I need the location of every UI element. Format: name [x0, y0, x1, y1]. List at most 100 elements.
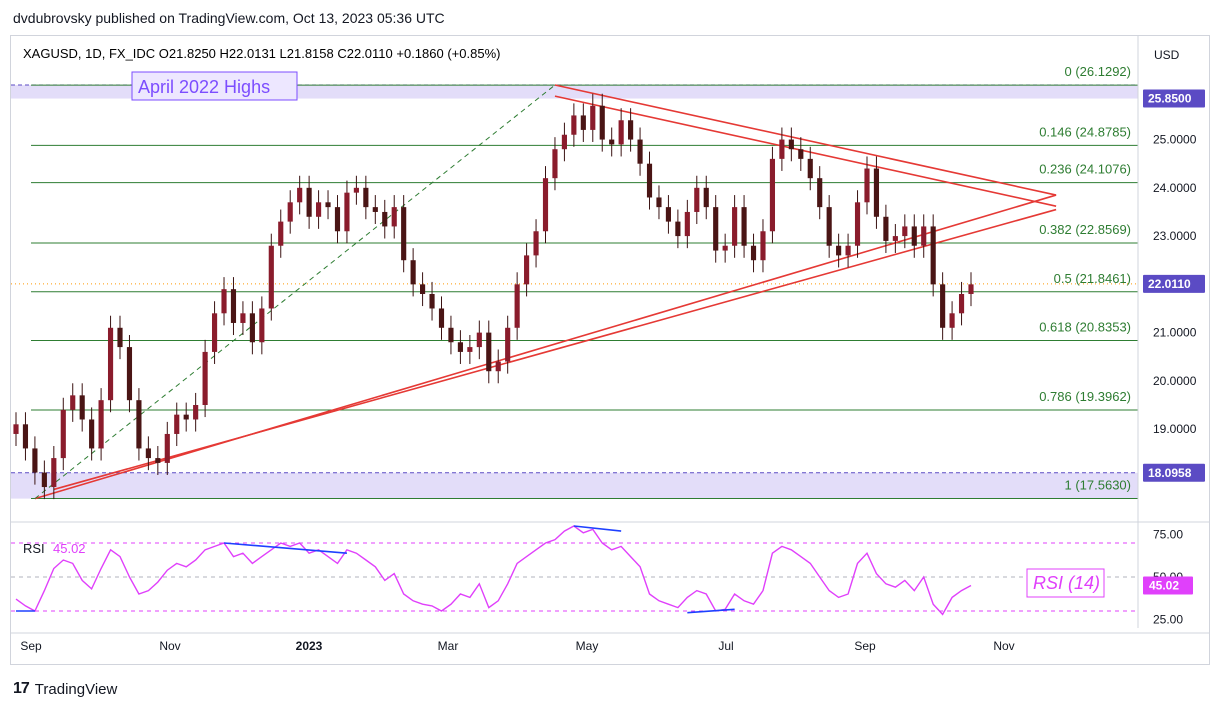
candle[interactable] [769, 158, 776, 232]
candle[interactable] [542, 178, 549, 232]
candle[interactable] [533, 231, 539, 256]
candle[interactable] [391, 207, 397, 227]
candle[interactable] [353, 187, 359, 193]
currency-label[interactable]: USD [1154, 48, 1180, 62]
candle[interactable] [599, 105, 605, 140]
chart-canvas[interactable]: 0 (26.1292) 0.146 (24.8785) 0.236 (24.1076… [11, 36, 1209, 664]
chart-frame[interactable]: 0 (26.1292) 0.146 (24.8785) 0.236 (24.1076… [10, 35, 1210, 665]
candle[interactable] [732, 207, 738, 246]
candle[interactable] [486, 332, 492, 372]
candle[interactable] [826, 207, 832, 246]
candle[interactable] [89, 419, 95, 449]
candle[interactable] [703, 187, 709, 208]
candle[interactable] [646, 163, 653, 198]
candle[interactable] [940, 284, 946, 328]
candle[interactable] [845, 245, 851, 256]
candle[interactable] [325, 202, 331, 208]
candle[interactable] [438, 308, 445, 328]
candle[interactable] [193, 405, 199, 420]
candle[interactable] [514, 284, 520, 328]
candle[interactable] [476, 332, 482, 348]
candle[interactable] [51, 458, 57, 488]
candle[interactable] [22, 424, 29, 449]
candle[interactable] [79, 395, 85, 420]
candle[interactable] [911, 226, 917, 246]
candle[interactable] [921, 226, 927, 246]
candle[interactable] [883, 216, 889, 241]
candle[interactable] [552, 149, 558, 179]
candle[interactable] [750, 245, 757, 261]
candle[interactable] [495, 361, 501, 372]
candle[interactable] [70, 395, 76, 410]
candle[interactable] [675, 221, 681, 237]
candle[interactable] [249, 313, 255, 343]
candle[interactable] [32, 448, 38, 473]
candle[interactable] [637, 139, 643, 164]
candle[interactable] [382, 211, 388, 227]
candle[interactable] [949, 313, 955, 328]
candle[interactable] [779, 139, 785, 159]
candle[interactable] [211, 313, 218, 352]
candle[interactable] [60, 409, 66, 459]
candle[interactable] [117, 327, 123, 348]
candle[interactable] [164, 433, 170, 463]
candle[interactable] [760, 231, 766, 261]
candle[interactable] [315, 202, 322, 217]
candle[interactable] [287, 202, 293, 222]
candle[interactable] [107, 327, 114, 401]
candle[interactable] [372, 207, 378, 212]
candle[interactable] [306, 187, 312, 217]
candle[interactable] [448, 327, 454, 343]
candle[interactable] [145, 448, 151, 459]
candle[interactable] [334, 207, 341, 232]
candle[interactable] [580, 115, 586, 130]
candle[interactable] [174, 414, 180, 434]
candle[interactable] [713, 207, 719, 251]
candle[interactable] [98, 400, 104, 449]
candle[interactable] [230, 289, 237, 323]
candle[interactable] [864, 168, 870, 203]
candle[interactable] [297, 187, 303, 203]
candle[interactable] [958, 294, 965, 314]
candle[interactable] [694, 187, 700, 212]
candle[interactable] [628, 120, 634, 140]
candle[interactable] [836, 245, 842, 256]
candle[interactable] [278, 221, 284, 246]
candle[interactable] [854, 202, 861, 246]
candle[interactable] [665, 207, 672, 222]
candle[interactable] [656, 197, 662, 208]
candle[interactable] [873, 168, 880, 217]
candle[interactable] [807, 158, 813, 179]
candle[interactable] [561, 134, 567, 150]
candle[interactable] [363, 187, 369, 208]
candle[interactable] [590, 105, 596, 130]
candle[interactable] [401, 207, 407, 261]
candle[interactable] [410, 260, 416, 285]
candle[interactable] [798, 149, 804, 159]
candle[interactable] [609, 139, 615, 145]
candle[interactable] [457, 342, 463, 352]
candle[interactable] [722, 245, 728, 251]
candle[interactable] [126, 347, 133, 401]
candle[interactable] [183, 414, 189, 420]
candle[interactable] [788, 139, 794, 150]
candle[interactable] [930, 226, 936, 285]
candle[interactable] [268, 245, 274, 309]
candle[interactable] [136, 400, 142, 449]
trendline-1[interactable] [53, 208, 1057, 491]
candle[interactable] [41, 472, 47, 488]
candle[interactable] [524, 255, 530, 285]
candle[interactable] [741, 207, 747, 246]
candle[interactable] [618, 120, 624, 145]
candle[interactable] [968, 284, 974, 294]
candle[interactable] [259, 308, 265, 343]
candle[interactable] [505, 327, 511, 362]
candle[interactable] [429, 294, 435, 309]
candle[interactable] [571, 115, 577, 135]
candle[interactable] [240, 313, 246, 323]
candle[interactable] [420, 284, 426, 294]
candle[interactable] [155, 458, 161, 463]
candle[interactable] [202, 351, 208, 405]
candle[interactable] [817, 178, 823, 208]
candle[interactable] [684, 211, 690, 237]
